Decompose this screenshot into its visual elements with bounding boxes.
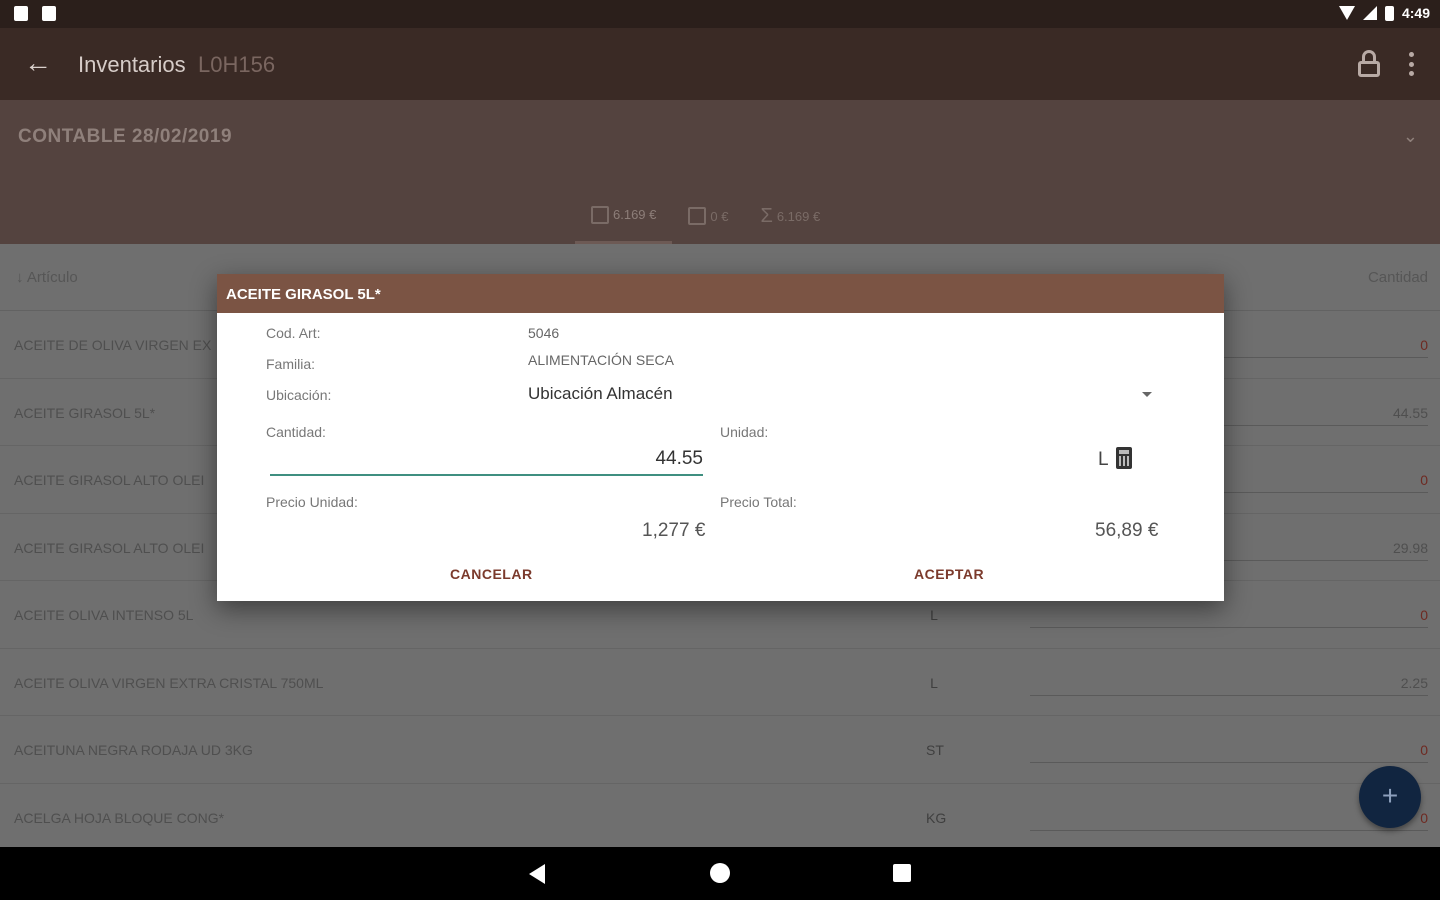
ubicacion-label: Ubicación: [266,387,332,403]
item-qty[interactable]: 0 [1420,742,1428,758]
signal-icon [1362,6,1377,20]
plus-icon: + [1381,780,1399,811]
list-item[interactable]: ACEITE OLIVA VIRGEN EXTRA CRISTAL 750ML … [0,649,1440,716]
item-name: ACEITE OLIVA VIRGEN EXTRA CRISTAL 750ML [14,674,324,691]
cancel-button[interactable]: CANCELAR [450,566,533,582]
nav-home-icon[interactable] [710,863,730,883]
item-name: ACEITUNA NEGRA RODAJA UD 3KG [14,742,253,758]
item-qty[interactable]: 0 [1420,810,1428,826]
precio-unidad-label: Precio Unidad: [266,494,358,510]
edit-icon [688,207,707,225]
notification-icon [14,6,28,21]
app-subtitle: L0H156 [198,52,276,77]
precio-total-label: Precio Total: [720,494,797,510]
precio-unidad-value: 1,277 € [642,520,706,541]
item-qty[interactable]: 44.55 [1393,405,1428,421]
accept-button[interactable]: ACEPTAR [914,566,984,582]
tab-label: 6.169 € [776,208,821,224]
tab-label: 0 € [710,208,729,224]
item-name: ACEITE DE OLIVA VIRGEN EX [14,337,212,353]
ubicacion-select[interactable]: Ubicación Almacén [528,384,673,404]
item-name: ACEITE GIRASOL ALTO OLEI [14,472,205,488]
unidad-label: Unidad: [720,424,769,440]
item-qty[interactable]: 2.25 [1401,675,1428,691]
item-name: ACEITE GIRASOL 5L* [14,404,156,421]
summary-tabs: 6.169 € 0 € Σ 6.169 € [575,188,836,244]
back-arrow-icon[interactable]: ← [24,48,56,80]
unidad-value: L [1098,449,1109,470]
item-unit: L [930,607,938,623]
item-unit: KG [926,809,947,826]
precio-total-value: 56,89 € [1095,520,1159,541]
edit-quantity-dialog: ACEITE GIRASOL 5L* Cod. Art: 5046 Famili… [217,274,1224,601]
add-button[interactable]: + [1359,766,1421,828]
item-qty[interactable]: 0 [1420,337,1428,353]
lock-icon[interactable] [1358,50,1380,78]
item-name: ACEITE GIRASOL ALTO OLEI [14,539,205,556]
item-unit: L [930,674,938,691]
nav-recents-icon[interactable] [893,864,911,882]
item-qty[interactable]: 0 [1420,472,1428,488]
more-options-icon[interactable] [1408,52,1414,76]
period-label: CONTABLE 28/02/2019 [18,126,233,147]
item-qty[interactable]: 29.98 [1393,540,1428,556]
app-title: Inventarios [78,52,186,77]
tab-pending[interactable]: 0 € [672,188,744,244]
status-bar: 4:49 [0,0,1440,28]
sigma-icon: Σ [760,204,773,227]
cod-art-label: Cod. Art: [266,325,321,341]
familia-value: ALIMENTACIÓN SECA [528,352,674,368]
item-qty[interactable]: 0 [1420,607,1428,623]
notification-icon [42,6,56,21]
dropdown-arrow-icon[interactable] [1142,392,1152,397]
column-article[interactable]: ↓ Artículo [16,269,78,286]
item-unit: ST [926,742,944,758]
list-item[interactable]: ACELGA HOJA BLOQUE CONG* KG 0 [0,784,1440,851]
nav-back-icon[interactable] [529,864,545,884]
tab-counted[interactable]: 6.169 € [575,188,673,244]
battery-icon [1384,5,1394,21]
calculator-icon[interactable] [1116,447,1132,469]
chevron-down-icon[interactable]: ⌄ [1403,126,1418,147]
familia-label: Familia: [266,356,316,372]
app-bar: ← Inventarios L0H156 [0,28,1440,100]
edit-icon [591,205,609,224]
cantidad-input[interactable] [270,444,703,476]
cantidad-label: Cantidad: [266,424,326,440]
item-name: ACEITE OLIVA INTENSO 5L [14,607,194,623]
tab-label: 6.169 € [613,207,657,222]
navigation-bar [0,847,1440,900]
item-name: ACELGA HOJA BLOQUE CONG* [14,809,225,826]
column-quantity: Cantidad [1367,269,1428,286]
wifi-icon [1338,6,1355,20]
dialog-title: ACEITE GIRASOL 5L* [217,274,1224,313]
cod-art-value: 5046 [528,325,560,341]
status-time: 4:49 [1401,5,1430,21]
list-item[interactable]: ACEITUNA NEGRA RODAJA UD 3KG ST 0 [0,716,1440,784]
tab-total[interactable]: Σ 6.169 € [744,188,836,244]
period-header: CONTABLE 28/02/2019 ⌄ 6.169 € 0 € Σ 6.16… [0,100,1440,244]
